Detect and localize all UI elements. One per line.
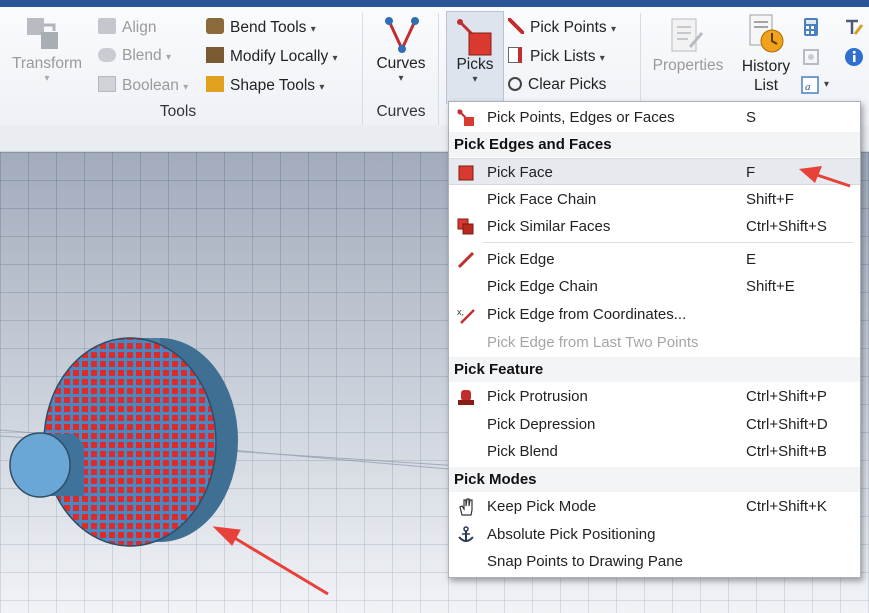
menu-item-shortcut: Ctrl+Shift+D bbox=[746, 416, 828, 433]
hand-icon bbox=[459, 498, 473, 516]
menu-item-label: Pick Face Chain bbox=[487, 191, 597, 208]
menu-item-pick-edge-chain[interactable]: Pick Edge Chain Shift+E bbox=[449, 273, 860, 300]
menu-header-edges-faces: Pick Edges and Faces bbox=[449, 132, 860, 157]
menu-item-snap-points[interactable]: Snap Points to Drawing Pane bbox=[449, 548, 860, 575]
menu-item-label: Pick Protrusion bbox=[487, 388, 588, 405]
menu-item-label: Absolute Pick Positioning bbox=[487, 526, 656, 543]
menu-header-label: Pick Edges and Faces bbox=[454, 136, 612, 153]
menu-item-label: Keep Pick Mode bbox=[487, 498, 597, 515]
menu-item-label: Pick Face bbox=[487, 164, 553, 181]
pick-protrusion-icon bbox=[458, 390, 474, 405]
pick-face-icon bbox=[458, 165, 474, 181]
menu-item-pick-face-chain[interactable]: Pick Face Chain Shift+F bbox=[449, 186, 860, 213]
menu-item-pick-face[interactable]: Pick Face F bbox=[449, 158, 860, 185]
anchor-icon bbox=[458, 526, 474, 542]
menu-item-label: Pick Similar Faces bbox=[487, 218, 611, 235]
menu-item-label: Pick Points, Edges or Faces bbox=[487, 109, 675, 126]
menu-item-pick-blend[interactable]: Pick Blend Ctrl+Shift+B bbox=[449, 438, 860, 465]
menu-item-label: Pick Edge from Last Two Points bbox=[487, 334, 699, 351]
pick-similar-faces-icon bbox=[457, 218, 474, 235]
menu-separator bbox=[483, 242, 853, 243]
menu-item-pick-edge-last-two-points[interactable]: Pick Edge from Last Two Points bbox=[449, 329, 860, 356]
pick-edge-coordinates-icon: x, bbox=[457, 307, 475, 324]
menu-item-pick-edge-from-coordinates[interactable]: x, Pick Edge from Coordinates... bbox=[449, 301, 860, 328]
menu-item-label: Pick Depression bbox=[487, 416, 596, 433]
svg-text:x,: x, bbox=[457, 307, 464, 317]
menu-header-label: Pick Feature bbox=[454, 361, 544, 378]
pick-edge-icon bbox=[457, 251, 475, 269]
menu-item-shortcut: F bbox=[746, 164, 756, 181]
small-cylinder-model bbox=[9, 432, 84, 498]
menu-header-label: Pick Modes bbox=[454, 471, 537, 488]
menu-item-shortcut: Shift+E bbox=[746, 278, 795, 295]
menu-item-label: Pick Edge Chain bbox=[487, 278, 598, 295]
menu-header-pick-modes: Pick Modes bbox=[449, 467, 860, 492]
menu-item-label: Pick Edge from Coordinates... bbox=[487, 306, 687, 323]
menu-item-shortcut: Ctrl+Shift+K bbox=[746, 498, 827, 515]
menu-item-label: Pick Edge bbox=[487, 251, 555, 268]
menu-item-absolute-pick-positioning[interactable]: Absolute Pick Positioning bbox=[449, 521, 860, 548]
menu-header-pick-feature: Pick Feature bbox=[449, 357, 860, 382]
menu-item-pick-edge[interactable]: Pick Edge E bbox=[449, 246, 860, 273]
menu-item-pick-depression[interactable]: Pick Depression Ctrl+Shift+D bbox=[449, 411, 860, 438]
picks-dropdown-menu: Pick Points, Edges or Faces S Pick Edges… bbox=[448, 101, 861, 578]
menu-item-keep-pick-mode[interactable]: Keep Pick Mode Ctrl+Shift+K bbox=[449, 493, 860, 520]
menu-item-shortcut: S bbox=[746, 109, 757, 126]
menu-item-shortcut: Ctrl+Shift+S bbox=[746, 218, 827, 235]
menu-item-shortcut: E bbox=[746, 251, 757, 268]
menu-item-pick-similar-faces[interactable]: Pick Similar Faces Ctrl+Shift+S bbox=[449, 213, 860, 240]
menu-item-pick-protrusion[interactable]: Pick Protrusion Ctrl+Shift+P bbox=[449, 383, 860, 410]
pick-points-edges-faces-icon bbox=[457, 109, 474, 126]
menu-item-shortcut: Ctrl+Shift+P bbox=[746, 388, 827, 405]
menu-item-label: Snap Points to Drawing Pane bbox=[487, 553, 683, 570]
menu-item-label: Pick Blend bbox=[487, 443, 558, 460]
menu-item-shortcut: Shift+F bbox=[746, 191, 794, 208]
menu-item-pick-points-edges-faces[interactable]: Pick Points, Edges or Faces S bbox=[449, 104, 860, 131]
menu-item-shortcut: Ctrl+Shift+B bbox=[746, 443, 827, 460]
